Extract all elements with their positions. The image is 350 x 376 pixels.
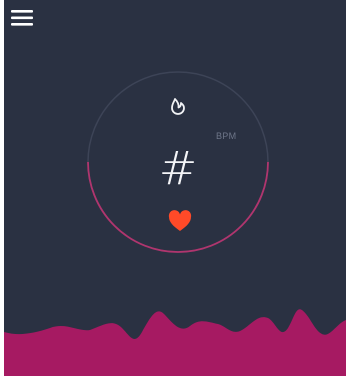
heart-rate-wave	[4, 309, 346, 376]
heart-icon	[168, 210, 192, 231]
flame-icon	[171, 98, 185, 115]
bpm-value: #	[158, 141, 198, 195]
heart-rate-screen: BPM #	[4, 0, 346, 376]
